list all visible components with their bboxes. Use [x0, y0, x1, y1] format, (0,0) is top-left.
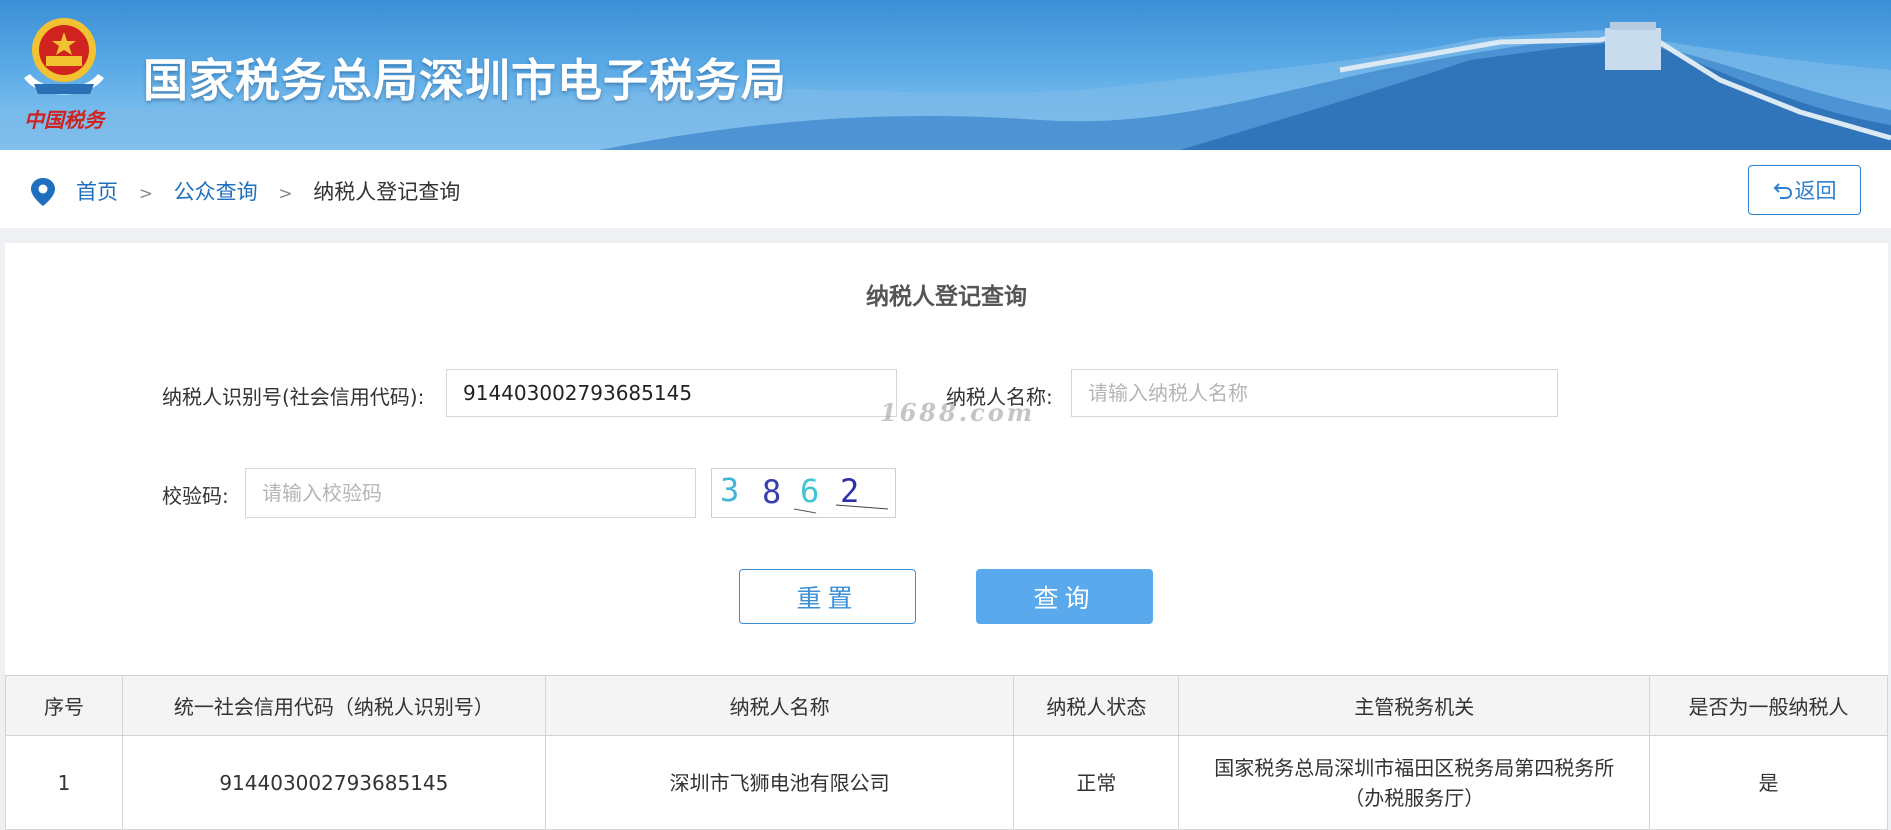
- column-header: 纳税人状态: [1013, 675, 1180, 736]
- row-authority-line2: （办税服务厅）: [1344, 785, 1485, 810]
- emblem-caption: 中国税务: [24, 108, 104, 132]
- captcha-label: 校验码:: [162, 484, 229, 508]
- reset-button[interactable]: 重置: [739, 569, 916, 624]
- table-header-row: 序号 统一社会信用代码（纳税人识别号） 纳税人名称 纳税人状态 主管税务机关 是…: [5, 675, 1888, 736]
- watermark: 1688.com: [880, 398, 1036, 427]
- row-taxpayer-name: 深圳市飞狮电池有限公司: [544, 735, 1015, 830]
- taxpayer-name-input[interactable]: [1071, 369, 1558, 417]
- back-button-label: 返回: [1794, 179, 1837, 203]
- undo-arrow-icon: [1773, 183, 1792, 199]
- location-pin-icon: [31, 178, 55, 206]
- breadcrumb-current: 纳税人登记查询: [313, 180, 461, 204]
- captcha-input[interactable]: [245, 468, 696, 518]
- row-credit-code: 914403002793685145: [121, 735, 546, 830]
- column-header: 纳税人名称: [544, 675, 1015, 736]
- column-header: 统一社会信用代码（纳税人识别号）: [121, 675, 546, 736]
- site-title: 国家税务总局深圳市电子税务局: [143, 54, 788, 107]
- captcha-char: 3: [720, 471, 739, 509]
- back-button[interactable]: 返回: [1748, 165, 1861, 215]
- captcha-char: 2: [840, 472, 859, 510]
- breadcrumb-public-query-link[interactable]: 公众查询: [174, 180, 258, 204]
- breadcrumb-separator: >: [138, 184, 153, 204]
- page-title: 纳税人登记查询: [866, 284, 1027, 310]
- query-button[interactable]: 查询: [976, 569, 1153, 624]
- column-header: 主管税务机关: [1178, 675, 1651, 736]
- captcha-char: 6: [800, 472, 819, 510]
- taxpayer-id-input[interactable]: [446, 369, 897, 417]
- breadcrumb-home-link[interactable]: 首页: [76, 180, 118, 204]
- table-row: 1 914403002793685145 深圳市飞狮电池有限公司 正常 国家税务…: [5, 735, 1888, 830]
- taxpayer-id-label: 纳税人识别号(社会信用代码):: [162, 385, 425, 409]
- results-table: 序号 统一社会信用代码（纳税人识别号） 纳税人名称 纳税人状态 主管税务机关 是…: [5, 675, 1888, 830]
- row-authority: 国家税务总局深圳市福田区税务局第四税务所 （办税服务厅）: [1178, 735, 1651, 830]
- breadcrumb: 首页 > 公众查询 > 纳税人登记查询: [76, 176, 460, 206]
- row-index: 1: [5, 735, 123, 830]
- captcha-glyphs: 3 8 6 2: [720, 471, 889, 514]
- column-header: 序号: [5, 675, 123, 736]
- query-card: 纳税人登记查询 纳税人识别号(社会信用代码): 纳税人名称: 1688.com …: [5, 243, 1888, 830]
- breadcrumb-bar: 首页 > 公众查询 > 纳税人登记查询 返回: [0, 150, 1891, 228]
- header-banner: 中国税务 国家税务总局深圳市电子税务局: [0, 0, 1891, 150]
- breadcrumb-separator: >: [278, 184, 293, 204]
- captcha-image[interactable]: 3 8 6 2: [711, 468, 896, 518]
- captcha-char: 8: [762, 473, 781, 511]
- row-authority-line1: 国家税务总局深圳市福田区税务局第四税务所: [1214, 755, 1615, 780]
- row-general-taxpayer: 是: [1649, 735, 1888, 830]
- column-header: 是否为一般纳税人: [1649, 675, 1888, 736]
- row-status: 正常: [1013, 735, 1180, 830]
